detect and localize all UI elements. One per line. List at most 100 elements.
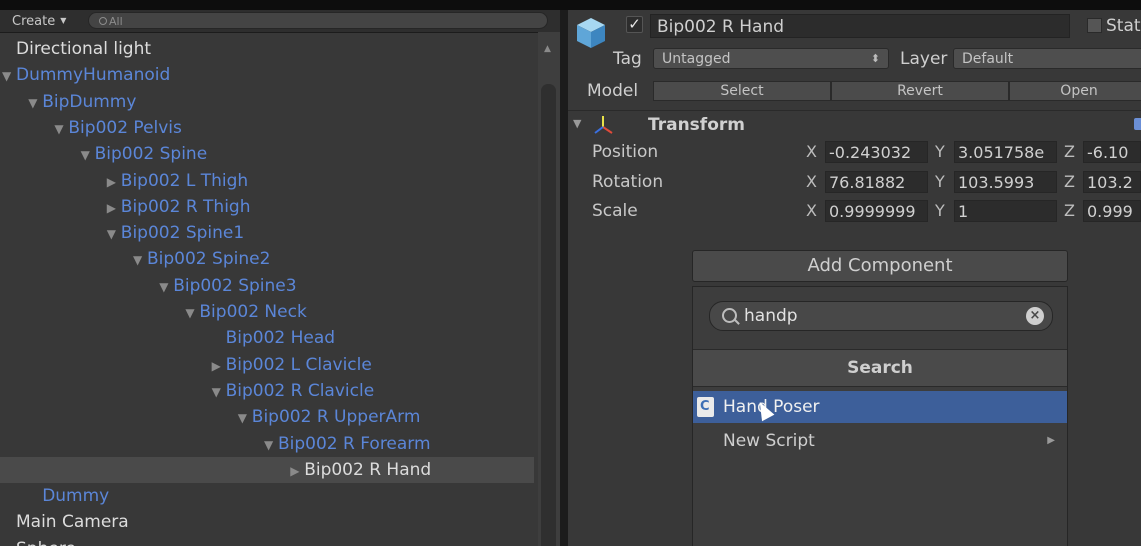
hierarchy-item[interactable]: ▶ Bip002 L Clavicle bbox=[0, 352, 534, 378]
inspector-panel: ✓ Bip002 R Hand Stat Tag Untagged ⬍ Laye… bbox=[568, 10, 1141, 546]
expanded-arrow-icon[interactable]: ▼ bbox=[2, 63, 16, 89]
hierarchy-item[interactable]: ▼ Bip002 Spine bbox=[0, 141, 534, 167]
hierarchy-item[interactable]: ▼ Bip002 Pelvis bbox=[0, 115, 534, 141]
tag-value: Untagged bbox=[662, 51, 731, 67]
hierarchy-item[interactable]: ▼ Bip002 R Forearm bbox=[0, 431, 534, 457]
hierarchy-item-label: Bip002 R Forearm bbox=[278, 433, 431, 454]
hierarchy-item[interactable]: ▼ Bip002 Spine1 bbox=[0, 220, 534, 246]
tag-dropdown[interactable]: Untagged ⬍ bbox=[653, 48, 889, 69]
static-label: Stat bbox=[1106, 16, 1141, 36]
expanded-arrow-icon[interactable]: ▼ bbox=[28, 90, 42, 116]
axis-y-label: Y bbox=[935, 172, 945, 191]
collapsed-arrow-icon[interactable]: ▶ bbox=[107, 169, 121, 195]
collapsed-arrow-icon[interactable]: ▶ bbox=[290, 458, 304, 484]
hierarchy-item-label: Bip002 Head bbox=[225, 328, 336, 349]
expanded-arrow-icon[interactable]: ▼ bbox=[159, 274, 173, 300]
static-checkbox[interactable] bbox=[1087, 18, 1102, 33]
component-search-input[interactable] bbox=[744, 305, 1024, 327]
hierarchy-item[interactable]: ▼ Bip002 Neck bbox=[0, 299, 534, 325]
expanded-arrow-icon[interactable]: ▼ bbox=[212, 379, 226, 405]
updown-arrow-icon: ⬍ bbox=[870, 52, 880, 65]
position-x-field[interactable]: -0.243032 bbox=[825, 141, 928, 163]
expanded-arrow-icon[interactable]: ▼ bbox=[185, 300, 199, 326]
hierarchy-item-label: Directional light bbox=[16, 39, 152, 59]
result-hand-poser[interactable]: Hand Poser bbox=[693, 391, 1067, 423]
foldout-arrow-icon[interactable]: ▼ bbox=[573, 117, 581, 130]
hierarchy-item[interactable]: ▼ BipDummy bbox=[0, 89, 534, 115]
expanded-arrow-icon[interactable]: ▼ bbox=[54, 116, 68, 142]
model-revert-button[interactable]: Revert bbox=[831, 81, 1009, 101]
hierarchy-item[interactable]: ▼ Bip002 Spine2 bbox=[0, 246, 534, 272]
create-label: Create bbox=[12, 14, 56, 29]
hierarchy-item[interactable]: ▼Sphere bbox=[0, 536, 534, 546]
expanded-arrow-icon[interactable]: ▼ bbox=[2, 537, 16, 546]
add-component-button[interactable]: Add Component bbox=[692, 250, 1068, 282]
create-button[interactable]: Create ▼ bbox=[4, 11, 74, 30]
hierarchy-item[interactable]: ▼ Bip002 Spine3 bbox=[0, 273, 534, 299]
result-label: Hand Poser bbox=[723, 397, 820, 417]
collapsed-arrow-icon[interactable]: ▶ bbox=[107, 195, 121, 221]
object-name-field[interactable]: Bip002 R Hand bbox=[650, 14, 1070, 38]
top-bar bbox=[0, 0, 1141, 10]
scroll-up-arrow-icon[interactable]: ▲ bbox=[544, 44, 551, 54]
checkmark-icon: ✓ bbox=[628, 15, 641, 33]
book-icon[interactable] bbox=[1134, 118, 1141, 130]
hierarchy-item[interactable]: ▼ Bip002 R UpperArm bbox=[0, 404, 534, 430]
hierarchy-item[interactable]: Bip002 Head bbox=[0, 325, 534, 351]
hierarchy-item[interactable]: ▼ Bip002 R Clavicle bbox=[0, 378, 534, 404]
layer-dropdown[interactable]: Default bbox=[953, 48, 1141, 69]
scale-x-field[interactable]: 0.9999999 bbox=[825, 200, 928, 222]
hierarchy-item[interactable]: ▼ DummyHumanoid bbox=[0, 62, 534, 88]
axis-z-label: Z bbox=[1064, 142, 1075, 161]
collapsed-arrow-icon[interactable]: ▶ bbox=[212, 353, 226, 379]
clear-search-icon[interactable]: × bbox=[1026, 307, 1044, 325]
result-new-script[interactable]: New Script ▶ bbox=[693, 425, 1067, 457]
expanded-arrow-icon[interactable]: ▼ bbox=[238, 405, 252, 431]
hierarchy-item-label: BipDummy bbox=[42, 91, 137, 112]
hierarchy-item[interactable]: ▶ Bip002 L Thigh bbox=[0, 168, 534, 194]
rotation-y-field[interactable]: 103.5993 bbox=[954, 171, 1057, 193]
model-label: Model bbox=[587, 81, 639, 101]
hierarchy-item[interactable]: Main Camera bbox=[0, 509, 534, 535]
rotation-z-field[interactable]: 103.2 bbox=[1083, 171, 1141, 193]
expanded-arrow-icon[interactable]: ▼ bbox=[133, 247, 147, 273]
panel-divider[interactable] bbox=[560, 10, 568, 546]
add-component-popup: × Search Hand Poser New Script ▶ bbox=[692, 286, 1068, 546]
hierarchy-search-field[interactable]: All bbox=[88, 12, 548, 29]
component-search-field[interactable]: × bbox=[709, 301, 1053, 331]
rotation-x-field[interactable]: 76.81882 bbox=[825, 171, 928, 193]
transform-component-header[interactable]: ▼ Transform bbox=[568, 110, 1141, 139]
position-z-field[interactable]: -6.10 bbox=[1083, 141, 1141, 163]
axis-x-label: X bbox=[806, 172, 817, 191]
hierarchy-item[interactable]: ▶ Bip002 R Thigh bbox=[0, 194, 534, 220]
hierarchy-scrollbar[interactable]: ▲ bbox=[538, 32, 560, 546]
scrollbar-thumb[interactable] bbox=[541, 84, 556, 546]
hierarchy-item-label: Bip002 Spine bbox=[94, 144, 208, 165]
hierarchy-item-label: Bip002 R Thigh bbox=[120, 196, 251, 217]
hierarchy-item[interactable]: Dummy bbox=[0, 483, 534, 509]
position-row: Position X -0.243032 Y 3.051758e Z -6.10 bbox=[568, 139, 1141, 167]
model-select-button[interactable]: Select bbox=[653, 81, 831, 101]
axis-z-label: Z bbox=[1064, 172, 1075, 191]
expanded-arrow-icon[interactable]: ▼ bbox=[107, 221, 121, 247]
hierarchy-item-label: Bip002 Neck bbox=[199, 302, 307, 322]
position-y-field[interactable]: 3.051758e bbox=[954, 141, 1057, 163]
transform-axes-icon bbox=[594, 116, 613, 134]
submenu-arrow-icon: ▶ bbox=[1047, 435, 1055, 446]
scale-z-field[interactable]: 0.999 bbox=[1083, 200, 1141, 222]
search-results-header: Search bbox=[693, 349, 1067, 387]
hierarchy-item-label: DummyHumanoid bbox=[16, 65, 171, 86]
hierarchy-item[interactable]: Directional light bbox=[0, 36, 534, 62]
hierarchy-item-label: Sphere bbox=[16, 539, 76, 546]
search-placeholder: All bbox=[109, 15, 123, 28]
scale-row: Scale X 0.9999999 Y 1 Z 0.999 bbox=[568, 198, 1141, 226]
transform-title: Transform bbox=[648, 115, 745, 135]
expanded-arrow-icon[interactable]: ▼ bbox=[81, 142, 95, 168]
active-checkbox[interactable]: ✓ bbox=[626, 16, 643, 33]
expanded-arrow-icon[interactable]: ▼ bbox=[264, 432, 278, 458]
scale-y-field[interactable]: 1 bbox=[954, 200, 1057, 222]
axis-y-label: Y bbox=[935, 142, 945, 161]
hierarchy-item[interactable]: ▶ Bip002 R Hand bbox=[0, 456, 534, 484]
hierarchy-item-label: Bip002 Pelvis bbox=[68, 117, 182, 138]
model-open-button[interactable]: Open bbox=[1009, 81, 1141, 101]
